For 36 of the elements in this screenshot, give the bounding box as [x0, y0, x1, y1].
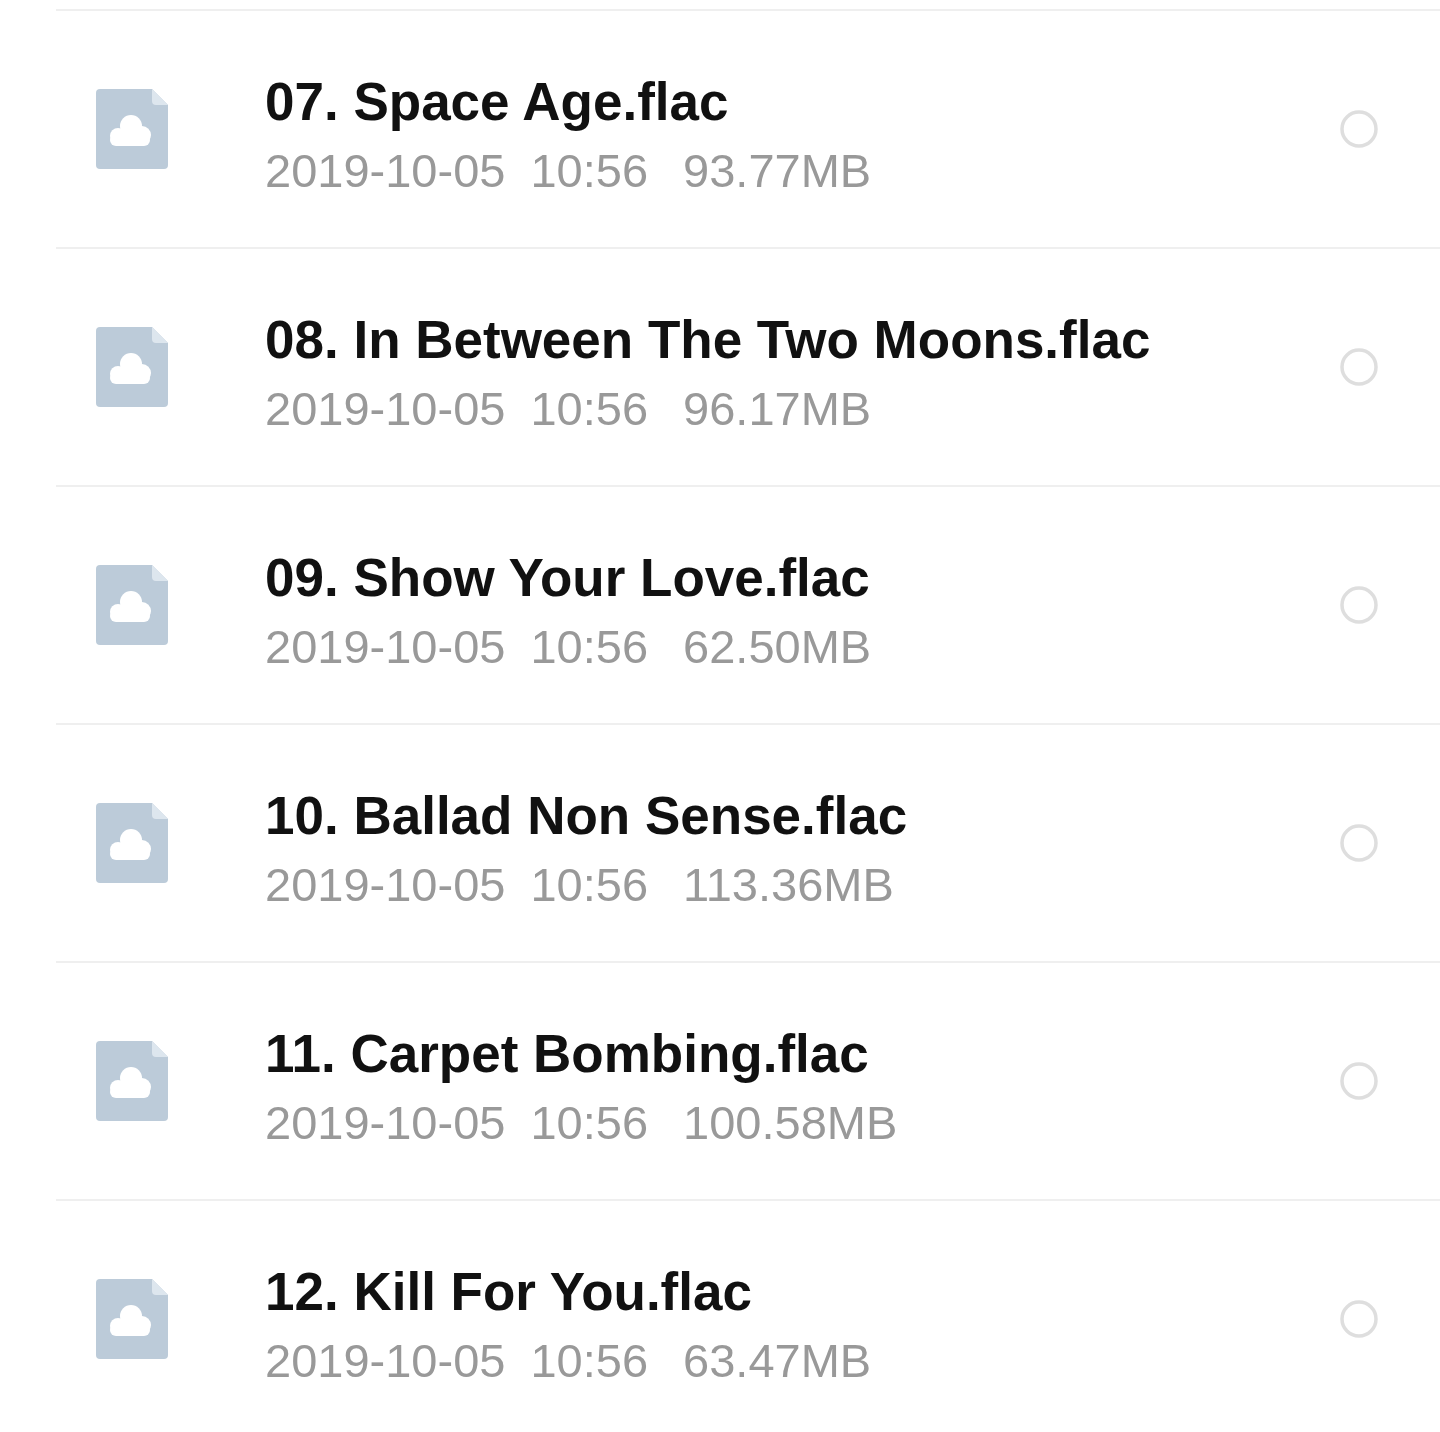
file-size: 93.77MB [683, 142, 872, 199]
select-radio[interactable] [1340, 586, 1378, 624]
file-size: 113.36MB [683, 856, 894, 913]
select-radio[interactable] [1340, 1300, 1378, 1338]
file-name: 08. In Between The Two Moons.flac [265, 308, 1151, 371]
file-time: 10:56 [530, 380, 649, 437]
file-date: 2019-10-05 [265, 1094, 506, 1151]
cloud-file-icon [96, 327, 168, 407]
cloud-file-icon [96, 803, 168, 883]
file-name: 10. Ballad Non Sense.flac [265, 784, 908, 847]
file-time: 10:56 [530, 856, 649, 913]
select-radio[interactable] [1340, 348, 1378, 386]
cloud-file-icon [96, 565, 168, 645]
file-size: 63.47MB [683, 1332, 872, 1389]
select-radio[interactable] [1340, 110, 1378, 148]
file-name: 09. Show Your Love.flac [265, 546, 870, 609]
cloud-file-icon [96, 89, 168, 169]
file-time: 10:56 [530, 1094, 649, 1151]
file-size: 100.58MB [683, 1094, 898, 1151]
cloud-file-icon [96, 1279, 168, 1359]
file-date: 2019-10-05 [265, 1332, 506, 1389]
file-date: 2019-10-05 [265, 856, 506, 913]
file-name: 12. Kill For You.flac [265, 1260, 752, 1323]
file-time: 10:56 [530, 142, 649, 199]
select-radio[interactable] [1340, 1062, 1378, 1100]
select-radio[interactable] [1340, 824, 1378, 862]
file-name: 11. Carpet Bombing.flac [265, 1022, 869, 1085]
file-time: 10:56 [530, 1332, 649, 1389]
cloud-file-icon [96, 1041, 168, 1121]
file-date: 2019-10-05 [265, 142, 506, 199]
file-size: 62.50MB [683, 618, 872, 675]
file-size: 96.17MB [683, 380, 872, 437]
file-date: 2019-10-05 [265, 380, 506, 437]
file-date: 2019-10-05 [265, 618, 506, 675]
file-name: 07. Space Age.flac [265, 70, 729, 133]
file-time: 10:56 [530, 618, 649, 675]
